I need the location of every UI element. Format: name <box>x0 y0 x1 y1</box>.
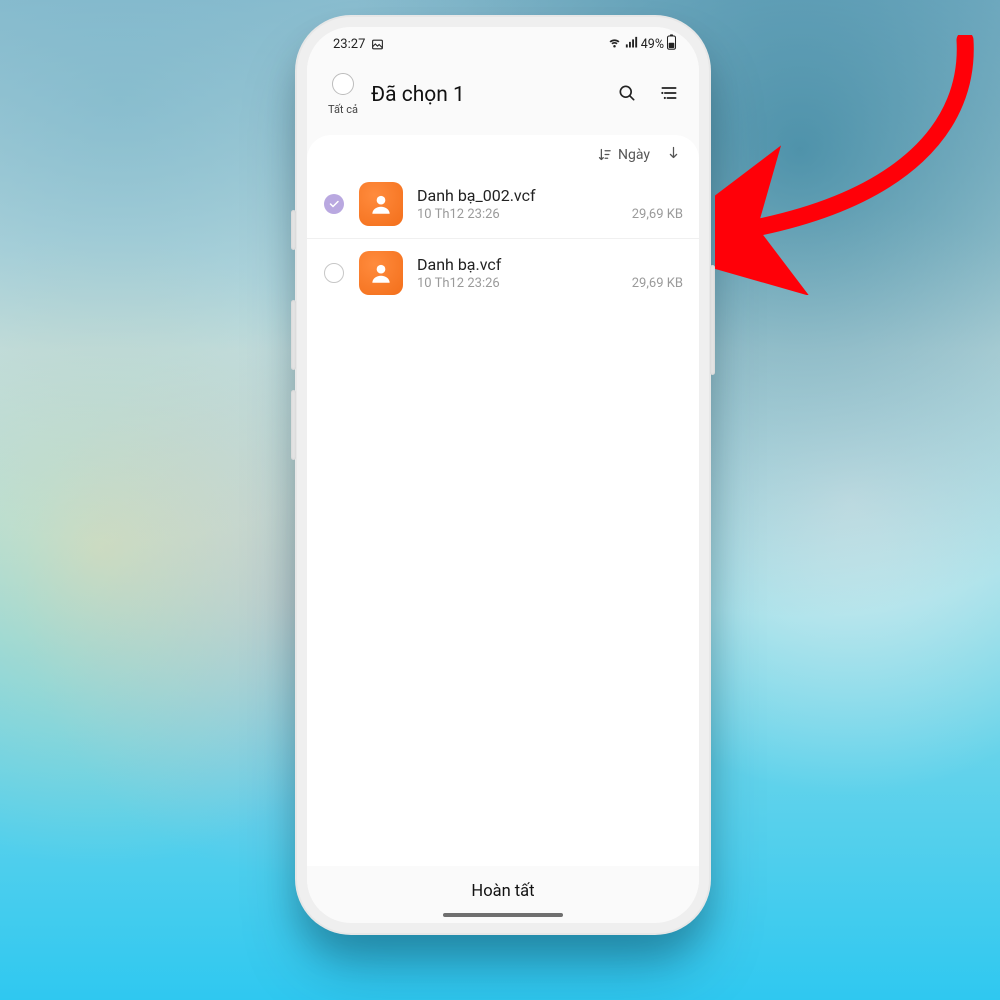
picture-icon <box>371 38 384 51</box>
arrow-down-icon <box>666 145 681 160</box>
select-all-button[interactable]: Tất cả <box>321 73 365 117</box>
sort-label: Ngày <box>618 147 650 163</box>
file-date: 10 Th12 23:26 <box>417 276 500 291</box>
row-checkbox[interactable] <box>319 194 349 214</box>
wifi-icon <box>607 35 622 54</box>
status-bar: 23:27 49% <box>307 27 699 61</box>
annotation-arrow-icon <box>715 35 995 295</box>
signal-icon <box>624 35 639 54</box>
sort-lines-icon <box>597 147 612 162</box>
phone-side-button <box>291 300 296 370</box>
sort-by-button[interactable]: Ngày <box>597 147 650 163</box>
list-item[interactable]: Danh bạ_002.vcf 10 Th12 23:26 29,69 KB <box>307 170 699 239</box>
file-name: Danh bạ_002.vcf <box>417 186 683 205</box>
page-title: Đã chọn 1 <box>371 83 617 107</box>
phone-frame: 23:27 49% <box>295 15 711 935</box>
list-item[interactable]: Danh bạ.vcf 10 Th12 23:26 29,69 KB <box>307 239 699 307</box>
wallpaper-background: 23:27 49% <box>0 0 1000 1000</box>
filter-list-icon[interactable] <box>659 83 679 107</box>
search-icon[interactable] <box>617 83 637 107</box>
status-time: 23:27 <box>333 37 365 52</box>
done-label: Hoàn tất <box>471 882 534 901</box>
selection-header: Tất cả Đã chọn 1 <box>307 61 699 135</box>
select-all-circle-icon <box>332 73 354 95</box>
screen: 23:27 49% <box>307 27 699 923</box>
file-name: Danh bạ.vcf <box>417 255 683 274</box>
file-date: 10 Th12 23:26 <box>417 207 500 222</box>
checked-icon <box>324 194 344 214</box>
select-all-label: Tất cả <box>328 103 358 116</box>
sort-bar: Ngày <box>307 135 699 170</box>
phone-side-button <box>291 210 296 250</box>
status-battery-text: 49% <box>641 37 664 52</box>
sort-direction-button[interactable] <box>666 145 681 164</box>
battery-icon <box>666 34 677 54</box>
phone-side-button <box>710 265 715 375</box>
unchecked-icon <box>324 263 344 283</box>
contact-file-icon <box>359 251 403 295</box>
phone-side-button <box>291 390 296 460</box>
contact-file-icon <box>359 182 403 226</box>
home-indicator[interactable] <box>443 913 563 917</box>
done-button[interactable]: Hoàn tất <box>307 866 699 911</box>
file-size: 29,69 KB <box>632 207 683 222</box>
row-checkbox[interactable] <box>319 263 349 283</box>
file-size: 29,69 KB <box>632 276 683 291</box>
file-list[interactable]: Danh bạ_002.vcf 10 Th12 23:26 29,69 KB <box>307 170 699 866</box>
